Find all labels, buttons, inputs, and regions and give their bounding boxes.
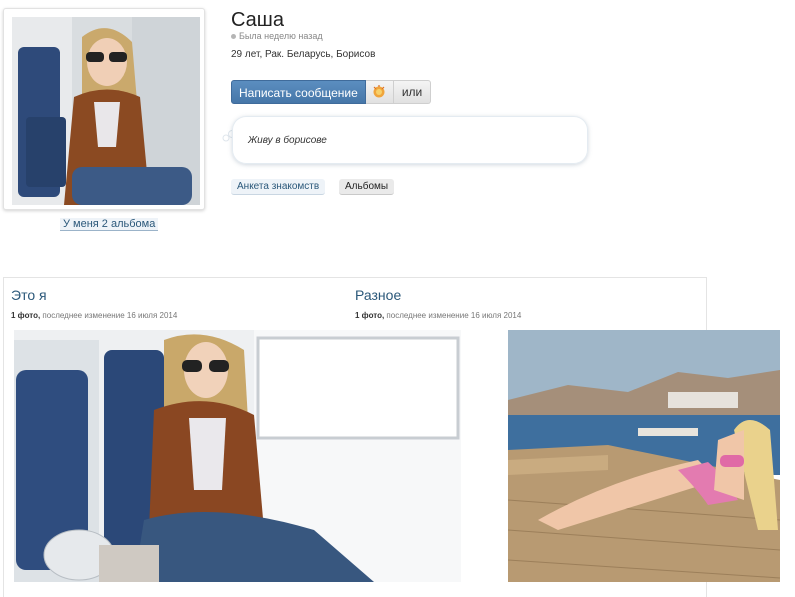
album-count-1: 1 фото, <box>11 311 41 320</box>
avatar[interactable] <box>12 17 200 205</box>
profile-info: 29 лет, Рак. Беларусь, Борисов <box>231 49 376 60</box>
albums-count-link[interactable]: У меня 2 альбома <box>60 218 159 231</box>
avatar-card[interactable] <box>3 8 205 210</box>
profile-name: Саша <box>231 9 284 31</box>
gift-button[interactable] <box>365 80 394 104</box>
send-message-button[interactable]: Написать сообщение <box>231 80 366 104</box>
album-count-2: 1 фото, <box>355 311 385 320</box>
status-bubble: Живу в борисове <box>232 116 588 164</box>
status-dot-icon <box>231 33 236 39</box>
album-title-2[interactable]: Разное <box>355 287 401 303</box>
album-meta-2: 1 фото, последнее изменение 16 июля 2014 <box>355 311 521 320</box>
tab-anketa[interactable]: Анкета знакомств <box>231 179 326 195</box>
gift-icon <box>371 85 387 99</box>
album-meta-1: 1 фото, последнее изменение 16 июля 2014 <box>11 311 177 320</box>
album-updated-2: последнее изменение 16 июля 2014 <box>386 311 522 320</box>
last-seen-text: Была неделю назад <box>239 31 323 41</box>
album-title-1[interactable]: Это я <box>11 287 47 303</box>
status-text: Живу в борисове <box>248 135 327 146</box>
online-status: Была неделю назад <box>231 31 323 41</box>
album-cover-2[interactable] <box>508 330 780 582</box>
album-updated-1: последнее изменение 16 июля 2014 <box>42 311 178 320</box>
or-button[interactable]: или <box>393 80 432 104</box>
profile-actions: Написать сообщение или <box>231 80 432 104</box>
album-cover-1[interactable] <box>14 330 461 582</box>
tab-albums[interactable]: Альбомы <box>339 179 395 195</box>
